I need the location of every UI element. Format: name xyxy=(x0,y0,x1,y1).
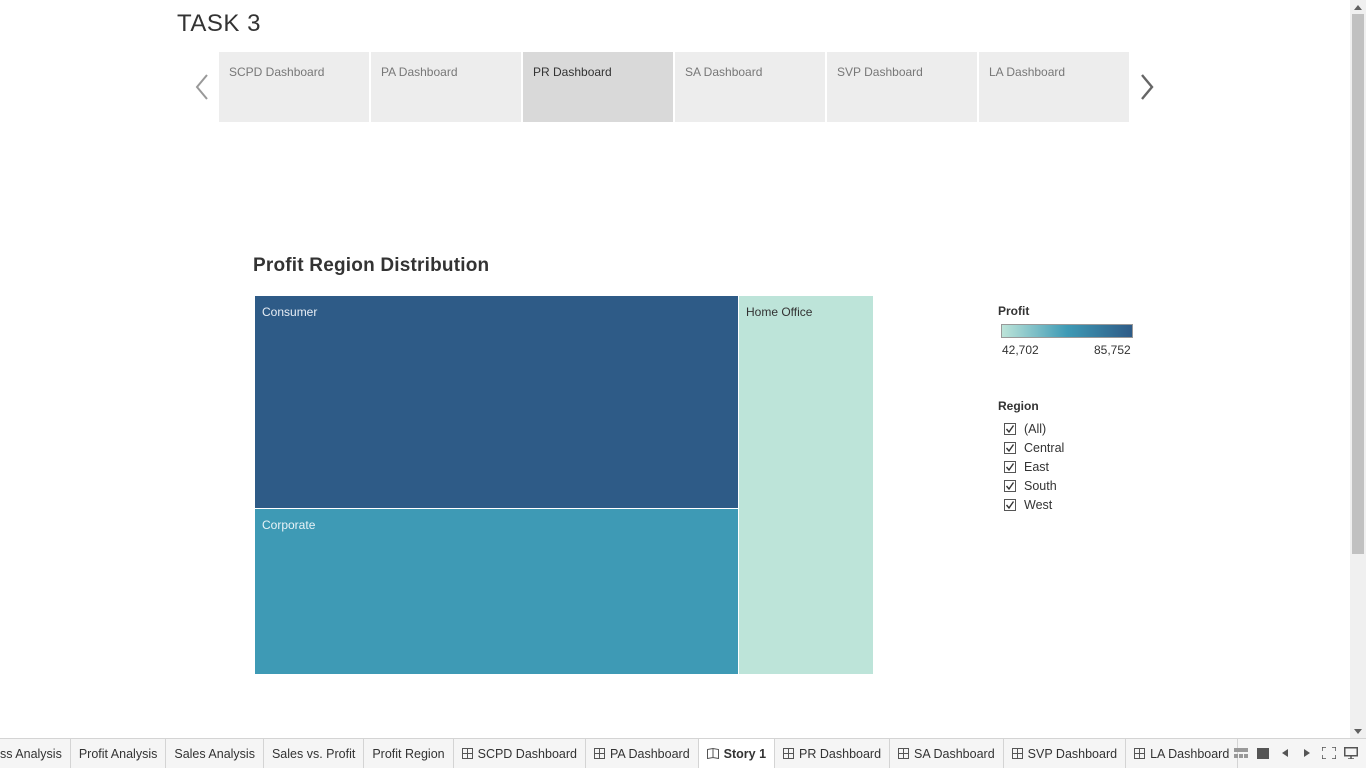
story-point-svp-dashboard[interactable]: SVP Dashboard xyxy=(827,52,977,122)
story-point-la-dashboard[interactable]: LA Dashboard xyxy=(979,52,1129,122)
vertical-scrollbar[interactable] xyxy=(1350,0,1366,738)
story-point-scpd-dashboard[interactable]: SCPD Dashboard xyxy=(219,52,369,122)
sheet-tab-la-dashboard[interactable]: LA Dashboard xyxy=(1126,739,1239,768)
region-option-label: (All) xyxy=(1024,421,1047,436)
profit-legend-max: 85,752 xyxy=(1094,343,1131,357)
sheet-tab-label: PA Dashboard xyxy=(609,746,690,761)
show-sheet-icon[interactable] xyxy=(1256,745,1270,761)
sheet-tab-bar: ss Analysis Profit Analysis Sales Analysis… xyxy=(0,738,1366,768)
sheet-tab-label: Story 1 xyxy=(723,746,767,761)
profit-legend-min: 42,702 xyxy=(1002,343,1039,357)
region-option-east[interactable]: East xyxy=(1004,457,1064,476)
sheet-tab-sa-dashboard[interactable]: SA Dashboard xyxy=(890,739,1004,768)
sheet-tab-profit-analysis[interactable]: Profit Analysis xyxy=(71,739,167,768)
checkbox[interactable] xyxy=(1004,479,1016,492)
dashboard-icon xyxy=(461,748,473,759)
sheet-tab-sales-vs-profit[interactable]: Sales vs. Profit xyxy=(264,739,365,768)
check-icon xyxy=(1005,443,1015,452)
scrollbar-thumb[interactable] xyxy=(1352,14,1364,554)
region-option-all[interactable]: (All) xyxy=(1004,419,1064,438)
sheet-tab-label: ss Analysis xyxy=(0,746,62,761)
fullscreen-icon[interactable] xyxy=(1322,745,1336,761)
sheet-tab-pa-dashboard[interactable]: PA Dashboard xyxy=(586,739,699,768)
region-option-south[interactable]: South xyxy=(1004,476,1064,495)
sheet-tab-label: SCPD Dashboard xyxy=(477,746,577,761)
profit-gradient-bar xyxy=(1001,324,1133,338)
region-option-label: East xyxy=(1024,459,1050,474)
story-navigator: SCPD Dashboard PA Dashboard PR Dashboard SA… xyxy=(219,52,1129,122)
tableau-workspace: TASK 3 SCPD Dashboard PA Dashboard PR Dash… xyxy=(0,0,1366,768)
region-filter-list: (All) Central East South West xyxy=(1004,419,1064,514)
profit-treemap: Consumer Corporate Home Office xyxy=(254,295,874,675)
sheet-tab-story-1[interactable]: Story 1 xyxy=(698,739,776,768)
sheet-tab-svp-dashboard[interactable]: SVP Dashboard xyxy=(1004,739,1127,768)
treemap-tile-corporate[interactable]: Corporate xyxy=(254,508,739,675)
sheet-tab-ss-analysis[interactable]: ss Analysis xyxy=(0,739,71,768)
sheet-tab-label: SA Dashboard xyxy=(914,746,995,761)
story-prev-button[interactable] xyxy=(192,70,212,104)
sheet-tab-label: Profit Analysis xyxy=(78,746,158,761)
dashboard-icon xyxy=(1134,748,1146,759)
dashboard-icon xyxy=(593,748,605,759)
dashboard-icon xyxy=(783,748,795,759)
checkbox[interactable] xyxy=(1004,460,1016,473)
scroll-up-icon[interactable] xyxy=(1350,0,1366,14)
profit-legend-title: Profit xyxy=(998,304,1030,318)
story-title: TASK 3 xyxy=(177,10,261,37)
checkbox[interactable] xyxy=(1004,498,1016,511)
region-option-central[interactable]: Central xyxy=(1004,438,1064,457)
scroll-down-icon[interactable] xyxy=(1350,724,1366,738)
show-filmstrip-icon[interactable] xyxy=(1234,745,1248,761)
next-sheet-icon[interactable] xyxy=(1300,745,1314,761)
sheet-tab-label: LA Dashboard xyxy=(1150,746,1230,761)
checkbox[interactable] xyxy=(1004,422,1016,435)
region-option-label: Central xyxy=(1024,440,1065,455)
sheet-tab-label: PR Dashboard xyxy=(799,746,882,761)
story-point-pa-dashboard[interactable]: PA Dashboard xyxy=(371,52,521,122)
sheet-tab-label: Sales Analysis xyxy=(174,746,255,761)
region-option-west[interactable]: West xyxy=(1004,495,1064,514)
chevron-left-icon xyxy=(195,74,208,100)
sheet-tab-sales-analysis[interactable]: Sales Analysis xyxy=(166,739,264,768)
region-filter-title: Region xyxy=(998,399,1039,413)
check-icon xyxy=(1005,462,1015,471)
region-option-label: West xyxy=(1024,497,1053,512)
story-next-button[interactable] xyxy=(1137,70,1157,104)
dashboard-icon xyxy=(1011,748,1023,759)
treemap-tile-consumer[interactable]: Consumer xyxy=(254,295,739,509)
dashboard-icon xyxy=(898,748,910,759)
story-icon xyxy=(706,748,719,759)
check-icon xyxy=(1005,481,1015,490)
treemap-tile-home-office[interactable]: Home Office xyxy=(738,295,874,675)
region-option-label: South xyxy=(1024,478,1057,493)
sheet-tab-label: Profit Region xyxy=(372,746,445,761)
sheet-tab-label: Sales vs. Profit xyxy=(271,746,356,761)
prev-sheet-icon[interactable] xyxy=(1278,745,1292,761)
chevron-right-icon xyxy=(1141,74,1154,100)
check-icon xyxy=(1005,500,1015,509)
sheet-tab-scpd-dashboard[interactable]: SCPD Dashboard xyxy=(454,739,586,768)
viz-title: Profit Region Distribution xyxy=(253,255,490,276)
sheet-tab-pr-dashboard[interactable]: PR Dashboard xyxy=(775,739,891,768)
sheet-tab-profit-region[interactable]: Profit Region xyxy=(364,739,454,768)
story-point-sa-dashboard[interactable]: SA Dashboard xyxy=(675,52,825,122)
presentation-mode-icon[interactable] xyxy=(1344,745,1358,761)
sheet-tab-label: SVP Dashboard xyxy=(1027,746,1118,761)
check-icon xyxy=(1005,424,1015,433)
story-point-pr-dashboard[interactable]: PR Dashboard xyxy=(523,52,673,122)
checkbox[interactable] xyxy=(1004,441,1016,454)
